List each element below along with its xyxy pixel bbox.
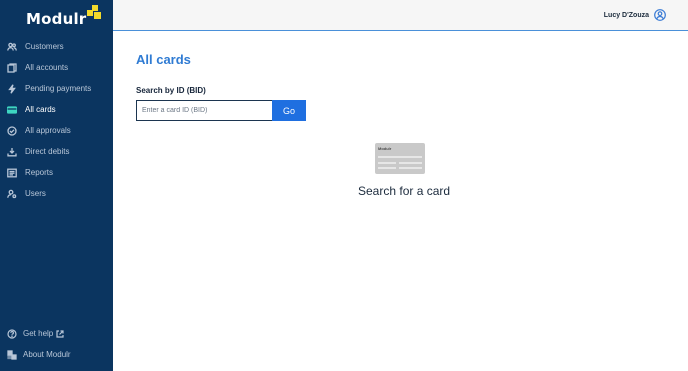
sidebar-nav: Customers All accounts Pending payments …	[0, 36, 113, 204]
card-stripe	[378, 162, 396, 164]
report-icon	[7, 168, 17, 178]
sidebar-item-pending-payments[interactable]: Pending payments	[0, 78, 113, 99]
sidebar-item-direct-debits[interactable]: Direct debits	[0, 141, 113, 162]
modulr-logo[interactable]: Modulr	[26, 5, 102, 30]
sidebar-item-label: All cards	[25, 105, 56, 114]
sidebar-item-all-approvals[interactable]: All approvals	[0, 120, 113, 141]
sidebar-item-label: Users	[25, 189, 46, 198]
sidebar-item-users[interactable]: Users	[0, 183, 113, 204]
card-brand-label: Modulr	[378, 146, 392, 151]
empty-state-message: Search for a card	[358, 184, 451, 198]
sidebar: Modulr Customers All accounts Pending pa…	[0, 0, 113, 371]
card-stripe	[399, 162, 422, 164]
accounts-icon	[7, 62, 17, 73]
search-label: Search by ID (BID)	[136, 86, 206, 95]
user-settings-icon	[7, 189, 17, 199]
sidebar-item-label: All approvals	[25, 126, 71, 135]
user-menu[interactable]: Lucy D'Zouza	[604, 9, 666, 21]
card-stripe	[378, 156, 422, 158]
check-circle-icon	[7, 125, 17, 136]
go-button[interactable]: Go	[272, 100, 306, 121]
sidebar-item-label: Customers	[25, 42, 64, 51]
sidebar-item-all-accounts[interactable]: All accounts	[0, 57, 113, 78]
external-link-icon	[56, 329, 64, 338]
card-illustration: Modulr	[375, 143, 425, 174]
help-icon	[7, 328, 17, 339]
page-title: All cards	[136, 52, 191, 67]
sidebar-item-reports[interactable]: Reports	[0, 162, 113, 183]
card-stripe	[378, 167, 396, 169]
download-icon	[7, 147, 17, 157]
sidebar-item-all-cards[interactable]: All cards	[0, 99, 113, 120]
sidebar-item-label: About Modulr	[23, 350, 71, 359]
card-icon	[7, 105, 17, 115]
card-stripe	[399, 167, 422, 169]
sidebar-item-label: Direct debits	[25, 147, 70, 156]
sidebar-item-label: Reports	[25, 168, 54, 177]
user-name: Lucy D'Zouza	[603, 11, 649, 19]
about-icon	[7, 349, 17, 360]
bolt-icon	[7, 83, 17, 94]
users-icon	[7, 42, 17, 52]
user-avatar-icon[interactable]	[654, 9, 666, 21]
sidebar-item-get-help[interactable]: Get help	[0, 323, 113, 344]
sidebar-item-label: All accounts	[25, 63, 69, 72]
card-id-search-input[interactable]	[136, 100, 272, 121]
sidebar-item-label: Pending payments	[25, 84, 92, 93]
logo-text: Modulr	[26, 10, 87, 28]
top-bar: Lucy D'Zouza	[113, 0, 688, 31]
sidebar-bottom-nav: Get help About Modulr	[0, 323, 113, 365]
logo-mark-icon	[87, 5, 102, 19]
sidebar-item-label: Get help	[23, 329, 54, 338]
sidebar-item-about-modulr[interactable]: About Modulr	[0, 344, 113, 365]
sidebar-item-customers[interactable]: Customers	[0, 36, 113, 57]
